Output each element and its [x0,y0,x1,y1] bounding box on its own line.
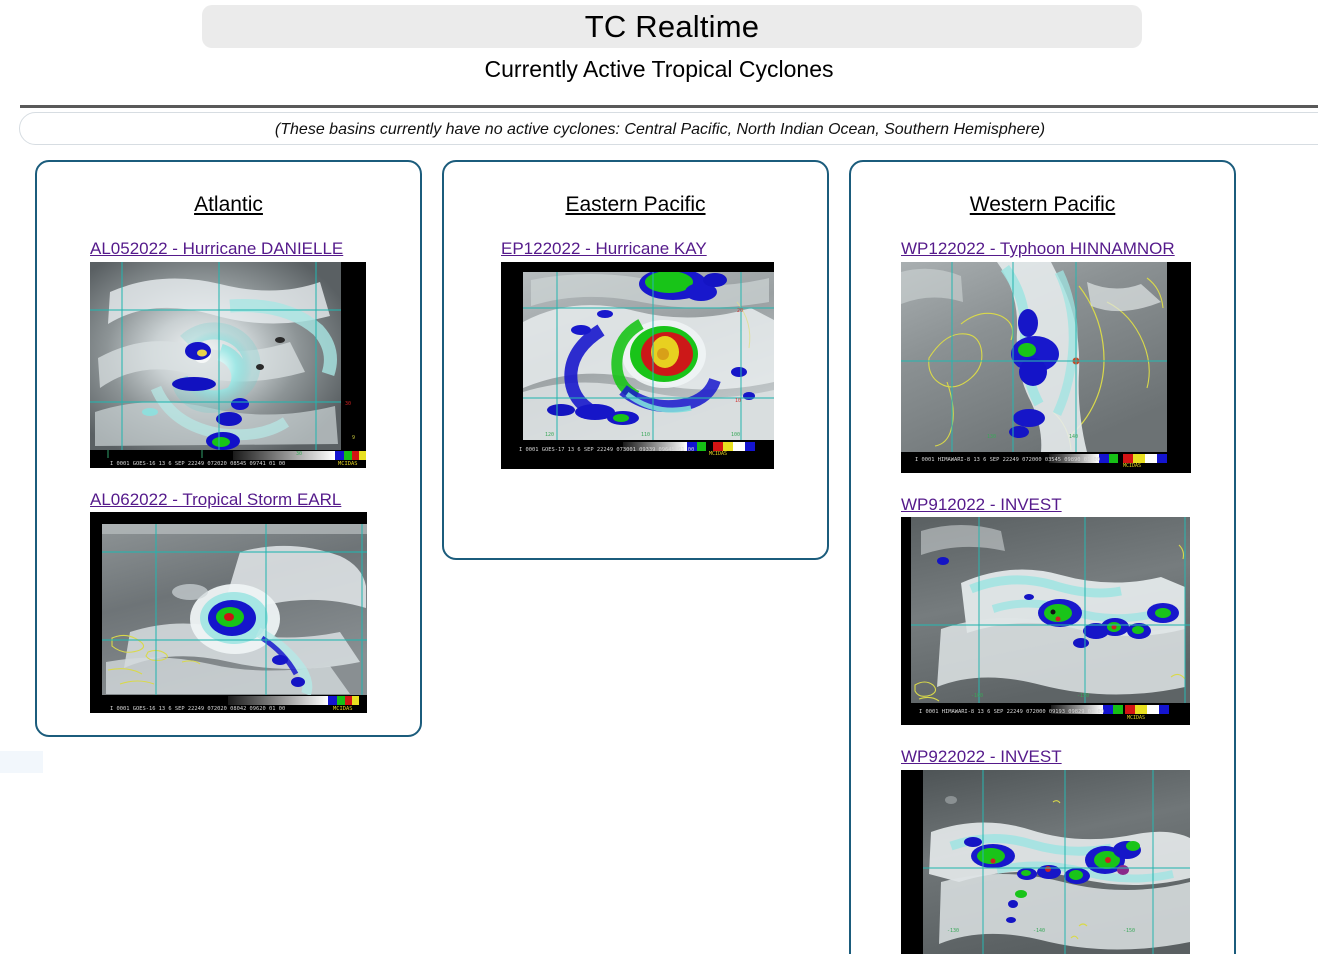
storm-link-ep122022[interactable]: EP122022 - Hurricane KAY [501,239,707,259]
storm-entry-al062022: AL062022 - Tropical Storm EARL I 0001 GO… [37,490,420,714]
svg-text:100: 100 [731,432,740,438]
page-root: TC Realtime Currently Active Tropical Cy… [0,0,1318,954]
svg-text:140: 140 [1069,434,1078,440]
storm-link-wp922022[interactable]: WP922022 - INVEST [901,747,1062,767]
basin-title-western-pacific: Western Pacific [969,193,1116,216]
storm-entry-ep122022: EP122022 - Hurricane KAY 20 10 120 110 1… [444,239,827,469]
svg-text:120: 120 [545,432,554,438]
satellite-image-al062022[interactable]: I 0001 GOES-16 13 6 SEP 22249 072020 080… [90,512,367,714]
svg-text:-140: -140 [1033,928,1045,934]
storm-link-wp122022[interactable]: WP122022 - Typhoon HINNAMNOR [901,239,1175,259]
svg-text:10: 10 [735,398,741,404]
basin-panel-western-pacific: Western Pacific WP122022 - Typhoon HINNA… [849,160,1236,954]
satellite-image-wp922022[interactable]: -130 -140 -150 [901,769,1190,954]
inactive-basins-notice-text: (These basins currently have no active c… [274,120,1046,138]
page-focus-indicator [0,751,43,773]
satellite-image-wp122022[interactable]: 130 140 I 0001 HIMAWARI-8 13 6 SEP 22249… [901,261,1191,473]
svg-text:-150: -150 [1123,928,1135,934]
storm-entry-wp922022: WP922022 - INVEST -130 -140 -150 [851,747,1234,954]
storm-entry-al052022: AL052022 - Hurricane DANIELLE 30 9 I 000… [37,239,420,468]
svg-text:130: 130 [987,434,996,440]
svg-text:MCIDAS: MCIDAS [1127,715,1145,721]
storm-entry-wp912022: WP912022 - INVEST -160 -150 I 0001 HIMAW… [851,495,1234,726]
satellite-caption-wp122022: I 0001 HIMAWARI-8 13 6 SEP 22249 072000 … [915,457,1100,463]
svg-text:9: 9 [352,435,355,441]
storm-link-wp912022[interactable]: WP912022 - INVEST [901,495,1062,515]
basin-panel-atlantic: Atlantic AL052022 - Hurricane DANIELLE 3… [35,160,422,737]
svg-text:MCIDAS: MCIDAS [709,451,727,457]
inactive-basins-notice: (These basins currently have no active c… [19,112,1318,145]
storm-link-al052022[interactable]: AL052022 - Hurricane DANIELLE [90,239,343,259]
page-subtitle: Currently Active Tropical Cyclones [484,56,834,82]
svg-text:20: 20 [737,308,743,314]
satellite-image-wp912022[interactable]: -160 -150 I 0001 HIMAWARI-8 13 6 SEP 222… [901,517,1190,726]
satellite-image-ep122022[interactable]: 20 10 120 110 100 I 0001 GOES-17 13 6 SE… [501,261,774,469]
svg-text:30: 30 [345,401,351,407]
satellite-image-al052022[interactable]: 30 9 I 0001 GOES-16 13 6 SEP 22249 07202… [90,261,366,468]
svg-text:MCIDAS: MCIDAS [333,706,352,712]
satellite-caption-ep122022: I 0001 GOES-17 13 6 SEP 22249 073001 093… [519,447,694,453]
svg-text:-130: -130 [947,928,959,934]
header-divider [20,105,1318,108]
storm-entry-wp122022: WP122022 - Typhoon HINNAMNOR 130 140 I 0… [851,239,1234,473]
svg-text:MCIDAS: MCIDAS [1123,463,1141,469]
basin-panel-eastern-pacific: Eastern Pacific EP122022 - Hurricane KAY [442,160,829,560]
basin-title-atlantic: Atlantic [194,193,263,216]
satellite-caption-al052022: I 0001 GOES-16 13 6 SEP 22249 072020 085… [110,461,285,467]
basin-title-eastern-pacific: Eastern Pacific [565,193,706,216]
svg-text:MCIDAS: MCIDAS [338,461,357,467]
page-title: TC Realtime [584,8,760,44]
basin-panels: Atlantic AL052022 - Hurricane DANIELLE 3… [0,160,1318,954]
satellite-caption-al062022: I 0001 GOES-16 13 6 SEP 22249 072020 080… [110,706,285,712]
svg-text:-160: -160 [971,693,983,699]
storm-link-al062022[interactable]: AL062022 - Tropical Storm EARL [90,490,341,510]
svg-text:-150: -150 [1077,693,1089,699]
svg-text:110: 110 [641,432,650,438]
svg-text:30: 30 [296,451,302,457]
page-title-banner: TC Realtime [202,5,1142,48]
satellite-caption-wp912022: I 0001 HIMAWARI-8 13 6 SEP 22249 072000 … [919,709,1104,715]
